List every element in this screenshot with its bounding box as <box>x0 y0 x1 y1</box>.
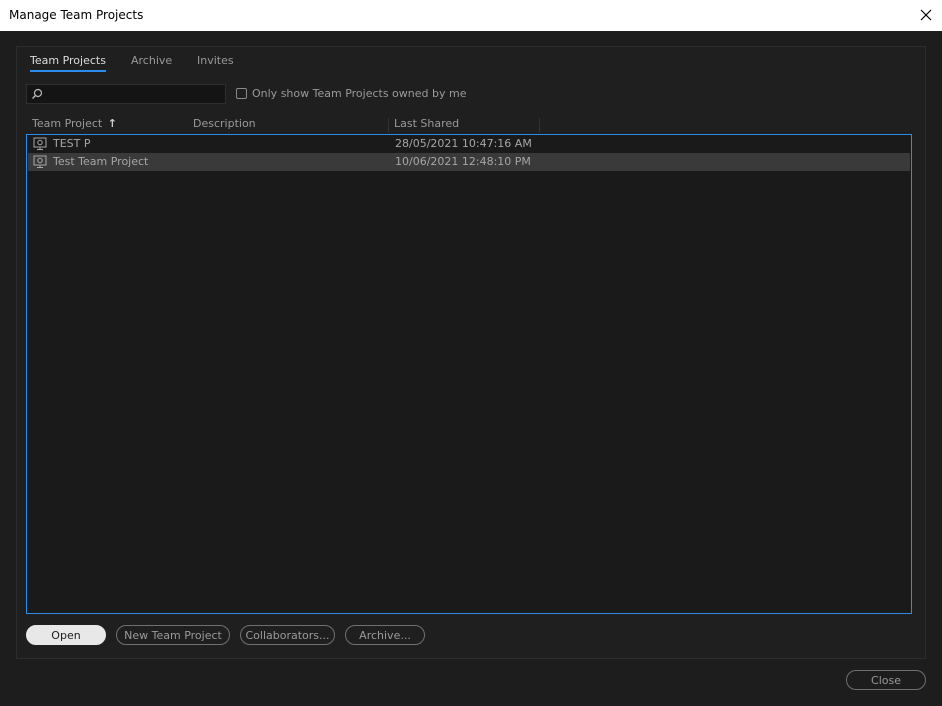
row-last-shared: 28/05/2021 10:47:16 AM <box>395 137 532 150</box>
owned-filter-checkbox[interactable]: Only show Team Projects owned by me <box>236 87 466 100</box>
column-header-last-shared[interactable]: Last Shared <box>394 117 459 130</box>
column-header-team-project[interactable]: Team Project ↑ <box>32 117 117 130</box>
window-title: Manage Team Projects <box>9 8 144 22</box>
collaborators-button[interactable]: Collaborators... <box>240 625 335 645</box>
tab-invites[interactable]: Invites <box>197 54 234 70</box>
column-separator[interactable] <box>539 118 540 132</box>
table-row[interactable]: TEST P 28/05/2021 10:47:16 AM <box>28 135 910 153</box>
team-project-icon <box>33 155 47 168</box>
column-header-description[interactable]: Description <box>193 117 256 130</box>
tab-team-projects[interactable]: Team Projects <box>30 54 106 72</box>
title-bar: Manage Team Projects <box>0 0 942 31</box>
team-project-icon <box>33 137 47 150</box>
archive-button[interactable]: Archive... <box>345 625 425 645</box>
row-last-shared: 10/06/2021 12:48:10 PM <box>395 155 531 168</box>
team-projects-list[interactable]: TEST P 28/05/2021 10:47:16 AM Test Team … <box>26 134 912 614</box>
new-team-project-button[interactable]: New Team Project <box>116 625 230 645</box>
tab-archive[interactable]: Archive <box>131 54 172 70</box>
search-input[interactable] <box>47 85 223 103</box>
open-button[interactable]: Open <box>26 625 106 645</box>
sort-ascending-icon: ↑ <box>107 117 117 130</box>
column-header-team-project-label: Team Project <box>32 117 103 130</box>
window-close-button[interactable] <box>913 3 939 27</box>
search-icon <box>32 88 43 99</box>
owned-filter-label: Only show Team Projects owned by me <box>252 87 467 100</box>
row-project-name: Test Team Project <box>53 155 149 168</box>
checkbox-box[interactable] <box>236 88 247 99</box>
column-separator[interactable] <box>388 118 389 132</box>
search-box <box>26 84 226 104</box>
row-project-name: TEST P <box>53 137 91 150</box>
table-row[interactable]: Test Team Project 10/06/2021 12:48:10 PM <box>28 153 910 171</box>
close-button[interactable]: Close <box>846 670 926 690</box>
close-icon <box>920 9 932 21</box>
